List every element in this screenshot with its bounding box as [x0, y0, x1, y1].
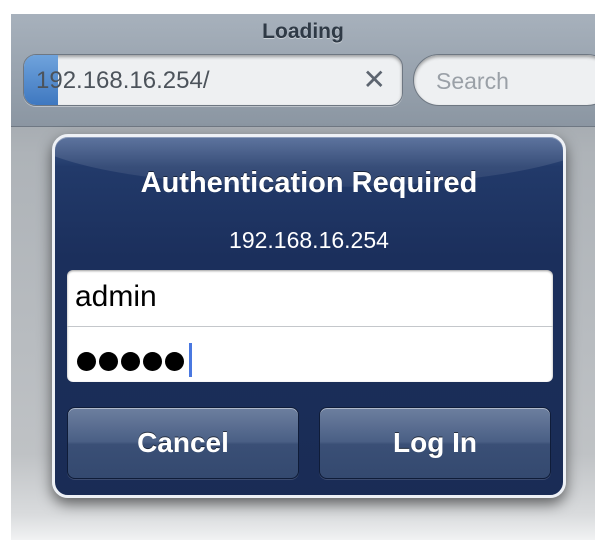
- credentials-group: admin: [67, 270, 553, 382]
- clear-icon[interactable]: ✕: [363, 63, 386, 97]
- url-field[interactable]: 192.168.16.254/ ✕: [23, 54, 403, 106]
- dialog-title: Authentication Required: [140, 167, 478, 199]
- cancel-button[interactable]: Cancel: [67, 407, 299, 479]
- password-field[interactable]: [67, 326, 553, 382]
- search-placeholder: Search: [436, 68, 509, 94]
- url-text[interactable]: 192.168.16.254/: [36, 67, 210, 95]
- password-dot: [165, 351, 184, 371]
- auth-dialog: Authentication Required 192.168.16.254 a…: [52, 134, 566, 498]
- password-dot: [77, 351, 96, 371]
- password-value: [77, 343, 192, 377]
- username-value: admin: [75, 280, 157, 313]
- browser-screen: Loading 192.168.16.254/ ✕ Search Authent…: [11, 14, 595, 540]
- search-input[interactable]: Search: [413, 54, 595, 106]
- dialog-host: 192.168.16.254: [229, 227, 389, 253]
- password-dot: [143, 351, 162, 371]
- page-title: Loading: [262, 20, 344, 43]
- password-dot: [99, 351, 118, 371]
- login-button[interactable]: Log In: [319, 407, 551, 479]
- password-dot: [121, 351, 140, 371]
- username-field[interactable]: admin: [67, 270, 553, 327]
- browser-top-bar: Loading 192.168.16.254/ ✕ Search: [11, 14, 595, 127]
- text-caret: [189, 343, 192, 377]
